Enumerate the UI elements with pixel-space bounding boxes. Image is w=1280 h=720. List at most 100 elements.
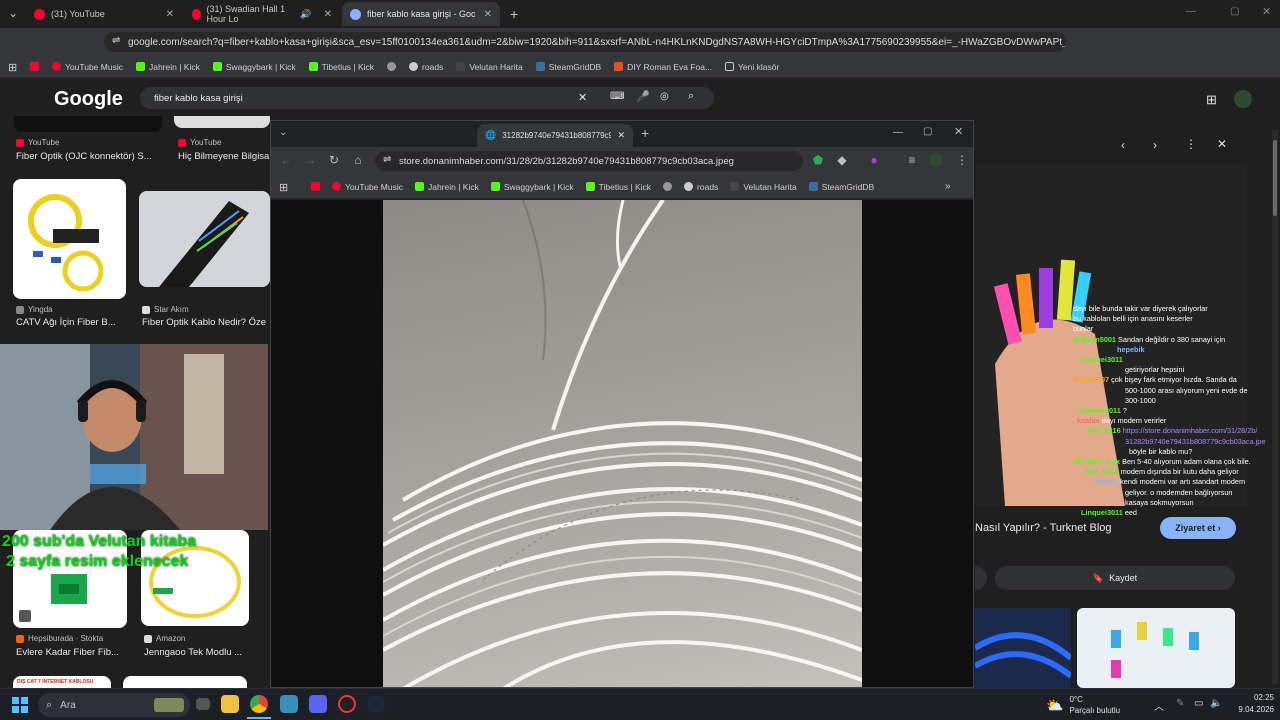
result-title[interactable]: Jenngaoo Tek Modlu ... xyxy=(144,647,250,658)
apps-grid-icon[interactable]: ⊞ xyxy=(1206,92,1217,108)
result-title[interactable]: Evlere Kadar Fiber Fib... xyxy=(16,647,128,658)
new-tab-button[interactable]: + xyxy=(641,125,649,141)
result-thumbnail[interactable] xyxy=(14,116,162,132)
profile-avatar[interactable] xyxy=(929,153,943,167)
bookmark-youtube[interactable] xyxy=(30,62,39,71)
bookmark-jahrein[interactable]: Jahrein | Kick xyxy=(414,182,479,192)
clock[interactable]: 02:25 9.04.2026 xyxy=(1238,692,1274,716)
bookmark-roads[interactable]: roads xyxy=(409,62,443,72)
bookmark-globe[interactable] xyxy=(387,62,397,71)
prev-image-icon[interactable]: ‹ xyxy=(1121,138,1125,152)
save-button[interactable]: 🔖 Kaydet xyxy=(995,566,1235,590)
bookmark-jahrein[interactable]: Jahrein | Kick xyxy=(135,62,200,72)
chrome-icon[interactable] xyxy=(250,695,268,713)
display-icon[interactable]: ▭ xyxy=(1194,698,1203,709)
bookmark-velutan-harita[interactable]: Velutan Harita xyxy=(456,62,523,72)
maximize-icon[interactable]: ▢ xyxy=(1230,6,1239,17)
result-source[interactable]: YouTube xyxy=(178,138,221,147)
extension-purple-icon[interactable]: ● xyxy=(867,153,881,167)
shield-icon[interactable]: ⬟ xyxy=(811,153,825,167)
minimize-icon[interactable]: — xyxy=(893,127,903,138)
back-icon[interactable]: ← xyxy=(279,153,293,167)
obs-icon[interactable] xyxy=(338,695,356,713)
reload-icon[interactable]: ↻ xyxy=(327,153,341,167)
account-avatar[interactable] xyxy=(1234,90,1252,108)
result-title[interactable]: Fiber Optik Kablo Nedir? Öze xyxy=(142,317,268,328)
minimize-icon[interactable]: — xyxy=(1186,6,1196,17)
close-preview-icon[interactable]: ✕ xyxy=(1217,137,1227,151)
tab-youtube[interactable]: (31) YouTube ✕ xyxy=(26,2,182,26)
keyboard-icon[interactable]: ⌨ xyxy=(610,91,624,102)
result-thumbnail-fiber-splitter[interactable] xyxy=(13,179,126,299)
popup-address-bar[interactable]: ⇌ store.donanimhaber.com/31/28/2b/31282b… xyxy=(375,151,803,171)
bookmark-globe[interactable] xyxy=(663,182,673,191)
clear-icon[interactable]: ✕ xyxy=(578,91,587,104)
lens-icon[interactable]: ◎ xyxy=(660,91,669,102)
weather-widget[interactable]: ⛅ 0°C Parçalı bulutlu xyxy=(1046,694,1120,716)
windows-start-icon[interactable] xyxy=(12,697,28,713)
tab-search-icon[interactable]: ⌄ xyxy=(6,6,20,20)
taskbar-search[interactable]: ⌕ Ara xyxy=(38,693,190,717)
result-title[interactable]: CATV Ağı İçin Fiber B... xyxy=(16,317,128,328)
close-icon[interactable]: ✕ xyxy=(324,9,332,20)
maximize-icon[interactable]: ▢ xyxy=(923,126,932,137)
apps-icon[interactable]: ⊞ xyxy=(8,61,17,74)
new-tab-button[interactable]: + xyxy=(502,2,522,26)
mic-icon[interactable]: 🎤 xyxy=(636,90,650,103)
tab-swadian[interactable]: (31) Swadian Hall 1 Hour Lo 🔊 ✕ xyxy=(184,2,340,26)
chat-link[interactable]: https://store.donanimhaber.com/31/28/2b/ xyxy=(1123,426,1258,435)
result-title[interactable]: Fiber Optik (OJC konnektör) S... xyxy=(16,151,158,162)
app-gear-icon[interactable] xyxy=(280,695,298,713)
bookmark-swaggybark[interactable]: Swaggybark | Kick xyxy=(490,182,574,192)
forward-icon[interactable]: → xyxy=(303,153,317,167)
result-title[interactable]: Hiç Bilmeyene Bilgisa xyxy=(178,151,270,162)
close-icon[interactable]: ✕ xyxy=(484,9,492,20)
result-source[interactable]: Star Akım xyxy=(142,305,189,314)
search-icon[interactable]: ⌕ xyxy=(688,90,694,103)
related-thumbnail[interactable] xyxy=(1077,608,1235,688)
close-window-icon[interactable]: ✕ xyxy=(1262,5,1271,18)
close-icon[interactable]: ✕ xyxy=(617,130,625,141)
bookmark-steamgriddb[interactable]: SteamGridDB xyxy=(808,182,874,192)
more-bookmarks-icon[interactable]: » xyxy=(945,181,951,192)
close-icon[interactable]: ✕ xyxy=(166,9,174,20)
related-thumbnail[interactable] xyxy=(973,608,1073,688)
tab-google-search[interactable]: fiber kablo kasa girişi - Google ✕ xyxy=(342,2,500,26)
next-image-icon[interactable]: › xyxy=(1153,138,1157,152)
bookmark-diy-roman[interactable]: DIY Roman Eva Foa... xyxy=(614,62,712,72)
chevron-up-icon[interactable]: ︿ xyxy=(1154,698,1164,713)
bookmark-tibetius[interactable]: Tibetius | Kick xyxy=(585,182,651,192)
result-thumbnail-fiber-optic-cable[interactable] xyxy=(139,191,270,287)
speaker-icon[interactable]: 🔊 xyxy=(300,9,311,20)
menu-icon[interactable]: ⋮ xyxy=(955,153,969,167)
google-logo[interactable]: Google xyxy=(54,88,123,111)
home-icon[interactable]: ⌂ xyxy=(351,153,365,167)
result-thumbnail[interactable] xyxy=(123,676,247,688)
file-explorer-icon[interactable] xyxy=(221,695,239,713)
search-input[interactable]: fiber kablo kasa girişi ✕ ⌨ 🎤 ◎ ⌕ xyxy=(140,87,714,109)
site-info-icon[interactable]: ⇌ xyxy=(383,154,391,165)
popup-tab-image[interactable]: 🌐 31282b9740e79431b808779c9c ✕ xyxy=(477,124,633,147)
tab-search-icon[interactable]: ⌄ xyxy=(279,127,287,138)
result-thumbnail[interactable] xyxy=(174,116,270,128)
result-thumbnail-cat7[interactable]: DIŞ CAT 7 İNTERNET KABLOSU xyxy=(13,676,111,688)
more-options-icon[interactable]: ⋮ xyxy=(1185,137,1197,151)
chat-link[interactable]: 31282b9740e79431b808779c9cb03aca.jpe xyxy=(1073,437,1265,446)
extension-icon[interactable]: ◆ xyxy=(835,153,849,167)
apps-icon[interactable]: ⊞ xyxy=(279,181,288,194)
result-source[interactable]: Amazon xyxy=(144,634,185,643)
result-source[interactable]: Hepsiburada · Stokta xyxy=(16,634,103,643)
bookmark-folder[interactable]: Yeni klasör xyxy=(725,62,779,72)
preview-page-title[interactable]: Nasıl Yapılır? - Turknet Blog xyxy=(975,522,1112,534)
address-bar[interactable]: ⇌ google.com/search?q=fiber+kablo+kasa+g… xyxy=(104,32,1066,52)
task-view-icon[interactable] xyxy=(196,698,210,710)
bookmark-youtube-music[interactable]: YouTube Music xyxy=(52,62,123,72)
discord-icon[interactable] xyxy=(309,695,327,713)
steam-icon[interactable] xyxy=(367,695,385,713)
bookmark-roads[interactable]: roads xyxy=(684,182,718,192)
pen-icon[interactable]: ✎ xyxy=(1176,698,1184,709)
visit-button[interactable]: Ziyaret et › xyxy=(1160,517,1236,539)
result-source[interactable]: YouTube xyxy=(16,138,59,147)
bookmark-youtube[interactable] xyxy=(311,182,320,191)
result-source[interactable]: Yingda xyxy=(16,305,53,314)
